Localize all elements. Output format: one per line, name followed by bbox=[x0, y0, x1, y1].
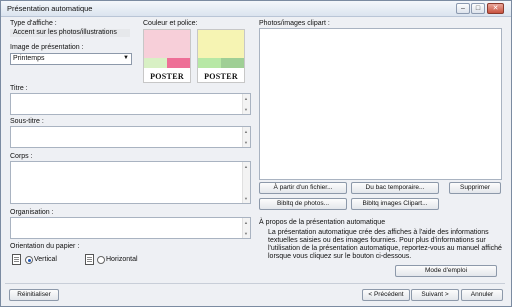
swatch-main bbox=[198, 30, 244, 58]
about-line: textuelles saisies ou des images fournie… bbox=[268, 237, 486, 244]
image-label: Image de présentation : bbox=[10, 44, 84, 51]
organization-input[interactable]: ▲ ▼ bbox=[10, 217, 251, 239]
portrait-page-icon bbox=[12, 254, 21, 265]
image-select[interactable]: Printemps ▼ bbox=[10, 53, 132, 65]
swatch-stripe-left bbox=[144, 58, 167, 68]
image-select-value: Printemps bbox=[13, 55, 45, 62]
swatch-stripe-left bbox=[198, 58, 221, 68]
photos-label: Photos/images clipart : bbox=[259, 20, 330, 27]
about-line: lorsque vous cliquez sur le bouton ci-de… bbox=[268, 253, 412, 260]
previous-button[interactable]: < Précédent bbox=[362, 289, 410, 301]
from-file-button[interactable]: À partir d'un fichier... bbox=[259, 182, 347, 194]
maximize-button[interactable]: □ bbox=[471, 3, 485, 14]
chevron-down-icon: ▼ bbox=[123, 55, 129, 61]
delete-button[interactable]: Supprimer bbox=[449, 182, 501, 194]
user-manual-button[interactable]: Mode d'emploi bbox=[395, 265, 497, 277]
title-bar: Présentation automatique – □ ✕ bbox=[1, 1, 511, 17]
poster-type-label: Type d'affiche : bbox=[10, 20, 57, 27]
autolayout-window: Présentation automatique – □ ✕ Type d'af… bbox=[0, 0, 512, 307]
title-input[interactable]: ▲ ▼ bbox=[10, 93, 251, 115]
color-font-label: Couleur et police: bbox=[143, 20, 198, 27]
poster-label: POSTER bbox=[150, 72, 184, 81]
reset-button[interactable]: Réinitialiser bbox=[9, 289, 59, 301]
body-input[interactable]: ▲ ▼ bbox=[10, 161, 251, 204]
color-swatch-pink[interactable]: POSTER bbox=[143, 29, 191, 83]
poster-label: POSTER bbox=[204, 72, 238, 81]
swatch-main bbox=[144, 30, 190, 58]
orientation-label: Orientation du papier : bbox=[10, 243, 80, 250]
body-scrollbar[interactable]: ▲ ▼ bbox=[242, 162, 250, 203]
horizontal-radio-label: Horizontal bbox=[106, 256, 138, 263]
organization-field-label: Organisation : bbox=[10, 209, 54, 216]
photo-library-button[interactable]: Bibltq de photos... bbox=[259, 198, 347, 210]
horizontal-radio[interactable] bbox=[97, 256, 105, 264]
landscape-page-icon bbox=[85, 254, 94, 265]
organization-scrollbar[interactable]: ▲ ▼ bbox=[242, 218, 250, 238]
body-field-label: Corps : bbox=[10, 153, 33, 160]
footer-divider bbox=[5, 283, 505, 284]
from-temp-tray-button[interactable]: Du bac temporaire... bbox=[351, 182, 439, 194]
window-title: Présentation automatique bbox=[7, 4, 93, 13]
subtitle-scrollbar[interactable]: ▲ ▼ bbox=[242, 127, 250, 147]
about-line: La présentation automatique crée des aff… bbox=[268, 229, 489, 236]
vertical-radio-label: Vertical bbox=[34, 256, 57, 263]
close-button[interactable]: ✕ bbox=[487, 3, 504, 14]
subtitle-input[interactable]: ▲ ▼ bbox=[10, 126, 251, 148]
color-swatch-yellow[interactable]: POSTER bbox=[197, 29, 245, 83]
minimize-button[interactable]: – bbox=[456, 3, 470, 14]
about-line: l'utilisation de la présentation automat… bbox=[268, 245, 502, 252]
swatch-stripe-right bbox=[167, 58, 190, 68]
about-title: À propos de la présentation automatique bbox=[259, 219, 386, 226]
subtitle-field-label: Sous-titre : bbox=[10, 118, 44, 125]
poster-type-value: Accent sur les photos/illustrations bbox=[10, 29, 130, 37]
swatch-stripe-right bbox=[221, 58, 244, 68]
title-scrollbar[interactable]: ▲ ▼ bbox=[242, 94, 250, 114]
title-field-label: Titre : bbox=[10, 85, 28, 92]
clipart-library-button[interactable]: Bibltq images Clipart... bbox=[351, 198, 439, 210]
next-button[interactable]: Suivant > bbox=[411, 289, 459, 301]
cancel-button[interactable]: Annuler bbox=[461, 289, 503, 301]
photos-area[interactable] bbox=[259, 28, 502, 180]
vertical-radio[interactable] bbox=[25, 256, 33, 264]
